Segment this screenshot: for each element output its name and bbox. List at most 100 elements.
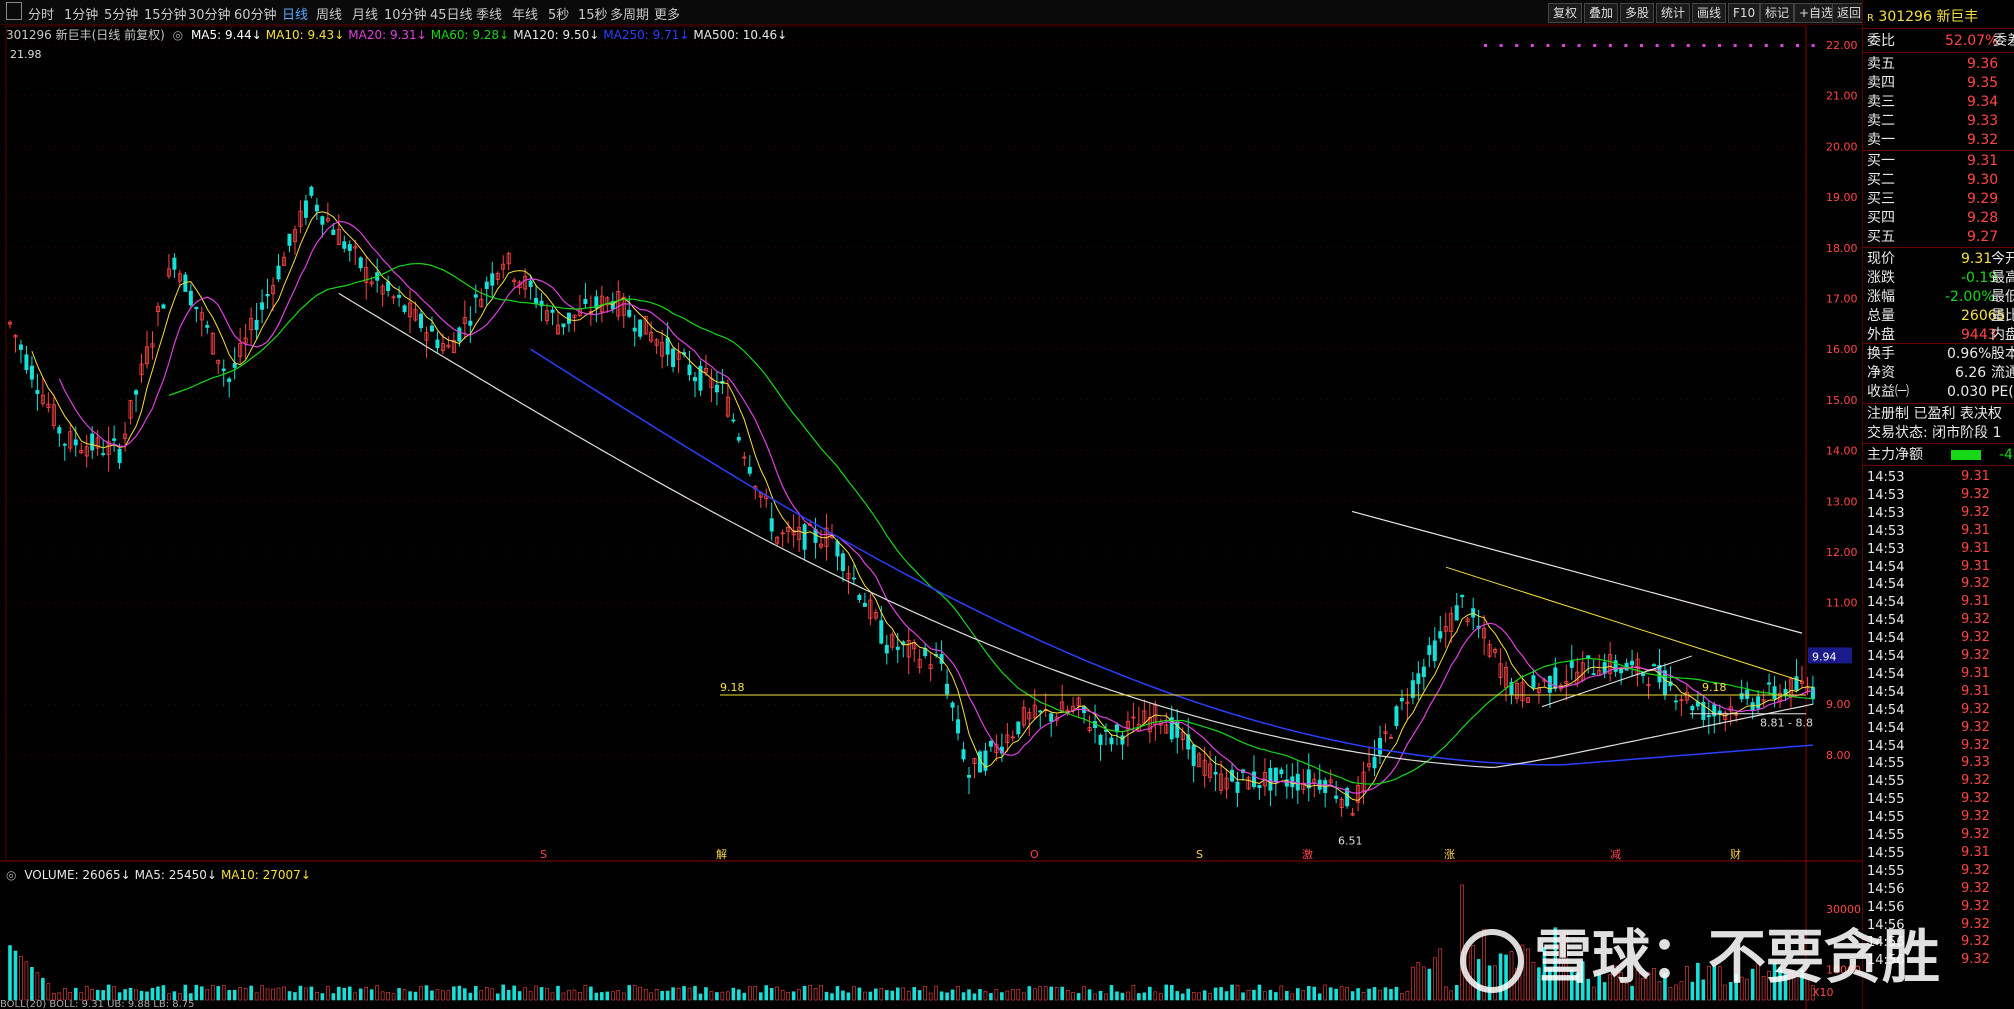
candle-body [1098, 734, 1103, 745]
window-menu-icon[interactable] [6, 2, 22, 20]
signal-dot [1749, 44, 1753, 47]
volume-bar [545, 988, 549, 1001]
period-tab-16[interactable]: 更多 [654, 4, 680, 23]
volume-bar [698, 993, 703, 1001]
volume-bar [747, 986, 752, 1001]
volume-bar [715, 992, 719, 1001]
volume-bar [906, 990, 911, 1001]
volume-bar [786, 991, 790, 1001]
volume-bar [1142, 992, 1147, 1001]
candle-body [1416, 673, 1421, 684]
ma60-line [168, 262, 1813, 785]
volume-label-0[interactable]: VOLUME: 26065↓ [24, 868, 130, 882]
candle-body [566, 312, 571, 324]
candle-body [172, 257, 177, 270]
volume-bar [1191, 992, 1196, 1001]
period-tab-5[interactable]: 60分钟 [234, 4, 277, 23]
support-label-left: 9.18 [720, 681, 745, 694]
signal-dot [1796, 44, 1799, 47]
volume-bar [1104, 993, 1108, 1001]
event-marker-3: S [1196, 848, 1203, 861]
signal-dot [1671, 44, 1675, 47]
volume-bar [1317, 993, 1322, 1001]
volume-bar [106, 984, 111, 1001]
signal-dot [1562, 44, 1565, 47]
tick-row-4: 14:53 9.31 [1867, 540, 1990, 557]
period-tab-9[interactable]: 10分钟 [384, 4, 427, 23]
volume-bar [19, 956, 23, 1001]
toolbar-button-5[interactable]: F10 [1728, 3, 1761, 23]
volume-bar [758, 992, 763, 1001]
period-tab-8[interactable]: 月线 [352, 4, 378, 23]
volume-bar [769, 988, 774, 1001]
toolbar-button-4[interactable]: 画线 [1692, 3, 1727, 23]
ma-label-2[interactable]: MA20: 9.31↓ [348, 28, 426, 42]
candle-body [1334, 795, 1339, 799]
period-tab-6[interactable]: 日线 [282, 4, 308, 23]
toolbar-button-1[interactable]: 叠加 [1584, 3, 1619, 23]
tick-row-21: 14:55 9.31 [1867, 844, 1990, 861]
price-axis-label-7: 15.00 [1826, 394, 1858, 407]
ma-label-1[interactable]: MA10: 9.43↓ [266, 28, 344, 42]
period-tab-14[interactable]: 15秒 [578, 4, 608, 23]
ma-label-4[interactable]: MA120: 9.50↓ [513, 28, 599, 42]
period-tab-3[interactable]: 15分钟 [144, 4, 187, 23]
volume-bar [1301, 990, 1306, 1001]
toolbar-button-3[interactable]: 统计 [1656, 3, 1691, 23]
toolbar-button-2[interactable]: 多股 [1620, 3, 1655, 23]
period-tab-2[interactable]: 5分钟 [104, 4, 138, 23]
tick-row-18: 14:55 9.32 [1867, 791, 1990, 808]
candle-body [840, 553, 845, 572]
ma-label-5[interactable]: MA250: 9.71↓ [603, 28, 689, 42]
period-tab-7[interactable]: 周线 [316, 4, 342, 23]
candle-body [1591, 673, 1596, 676]
kline-chart[interactable]: 22.00 21.00 20.00 19.00 18.00 17.00 16.00 15.00… [0, 0, 1862, 1009]
period-tab-13[interactable]: 5秒 [548, 4, 569, 23]
volume-bar [320, 993, 325, 1001]
toolbar-button-0[interactable]: 复权 [1548, 3, 1583, 23]
period-tab-1[interactable]: 1分钟 [64, 4, 98, 23]
volume-bar [364, 986, 369, 1001]
buy-row-1: 买二 9.30 [1867, 172, 1999, 188]
ma-arrow-icon[interactable]: ◎ [173, 28, 183, 42]
signal-dot [1764, 44, 1768, 47]
stat-row-0: 现价 9.31 今开 [1867, 251, 2014, 267]
ma500-line [338, 292, 1814, 769]
volume-bar [994, 989, 999, 1001]
candle-body [473, 294, 478, 298]
ma250-line [530, 348, 1813, 766]
volume-bar [660, 990, 664, 1001]
volume-label-2[interactable]: MA10: 27007↓ [221, 868, 311, 882]
volume-bar [1049, 986, 1053, 1001]
ma-label-3[interactable]: MA60: 9.28↓ [431, 28, 509, 42]
stock-title[interactable]: 301296 新巨丰(日线 前复权) [6, 28, 165, 42]
period-tab-15[interactable]: 多周期 [610, 4, 649, 23]
period-tab-0[interactable]: 分时 [28, 4, 54, 23]
volume-label-1[interactable]: MA5: 25450↓ [135, 868, 217, 882]
signal-dot [1608, 44, 1612, 47]
tick-row-10: 14:54 9.32 [1867, 648, 1990, 664]
event-marker-5: 涨 [1444, 848, 1455, 861]
period-tab-11[interactable]: 季线 [476, 4, 502, 23]
period-tab-10[interactable]: 45日线 [430, 4, 473, 23]
period-tab-12[interactable]: 年线 [512, 4, 538, 23]
candle-body [1745, 689, 1750, 699]
candle-body [18, 344, 23, 350]
volume-bar [408, 991, 412, 1001]
volume-bar [835, 986, 840, 1001]
candle-body [528, 280, 533, 287]
volume-bar [430, 990, 434, 1001]
ma-label-0[interactable]: MA5: 9.44↓ [191, 28, 262, 42]
volume-bar [753, 986, 758, 1001]
toolbar-button-8[interactable]: 返回 [1832, 3, 1867, 23]
volume-bar [561, 992, 566, 1001]
candle-body [490, 273, 495, 286]
volume-gear-icon[interactable]: ◎ [6, 868, 16, 882]
buy-row-2: 买三 9.29 [1867, 191, 1999, 207]
toolbar-button-6[interactable]: 标记 [1760, 3, 1795, 23]
candle-body [802, 524, 807, 550]
signal-dot [1515, 44, 1519, 47]
period-tab-4[interactable]: 30分钟 [188, 4, 231, 23]
candle-body [583, 298, 588, 305]
ma-label-6[interactable]: MA500: 10.46↓ [693, 28, 787, 42]
